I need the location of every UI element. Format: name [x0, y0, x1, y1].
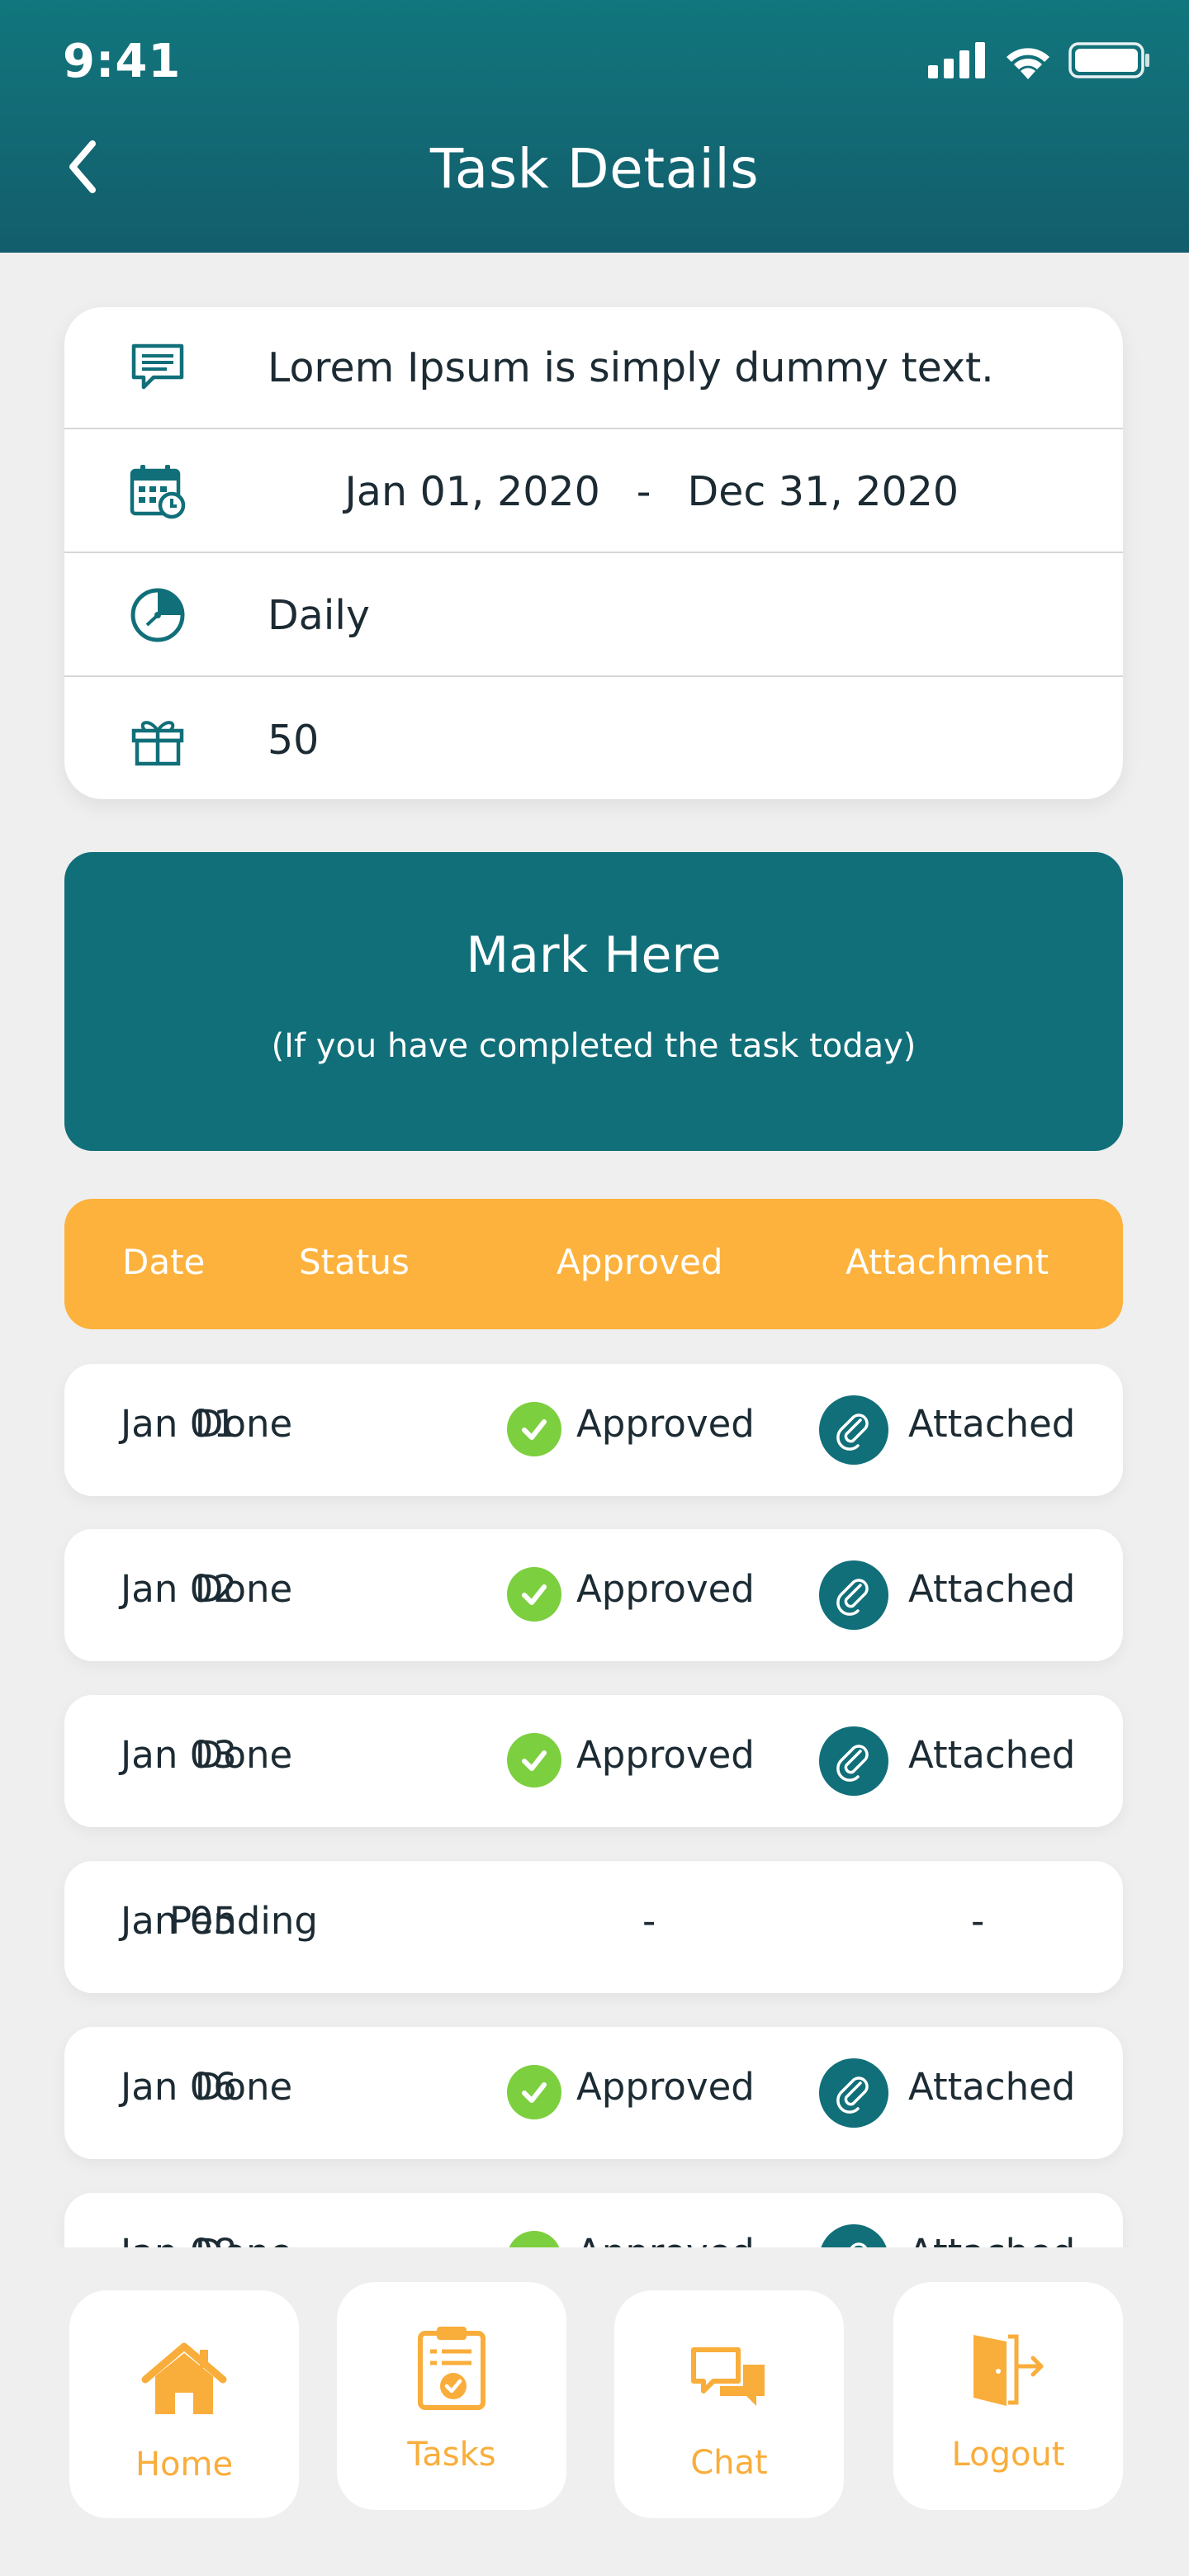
- row-status: Done: [194, 1567, 293, 1611]
- wifi-icon: [1007, 48, 1049, 79]
- task-description: Lorem Ipsum is simply dummy text.: [268, 343, 994, 391]
- column-approved: Approved: [557, 1242, 723, 1282]
- check-icon: [507, 1733, 561, 1788]
- task-reward: 50: [268, 716, 320, 764]
- status-time: 9:41: [63, 35, 182, 88]
- task-history-list[interactable]: Jan 01 Done Approved Attached Jan 02 Don…: [0, 1354, 1189, 2247]
- info-row-dates: Jan 01, 2020- Dec 31, 2020: [64, 431, 1123, 553]
- row-approved: -: [642, 1899, 656, 1943]
- nav-chat-label: Chat: [690, 2444, 768, 2482]
- row-attachment: -: [971, 1899, 985, 1943]
- table-header: Date Status Approved Attachment: [64, 1199, 1123, 1329]
- info-row-frequency: Daily: [64, 555, 1123, 677]
- table-row[interactable]: Jan 08 Done Approved Attached: [64, 2193, 1123, 2247]
- row-status: Done: [194, 1402, 293, 1446]
- clock-icon: [129, 586, 187, 644]
- row-status: Done: [194, 1733, 293, 1777]
- date-range: Jan 01, 2020- Dec 31, 2020: [268, 421, 959, 562]
- row-approved: Approved: [576, 1402, 755, 1446]
- paperclip-icon[interactable]: [819, 1395, 888, 1465]
- signal-icon: [928, 42, 985, 78]
- paperclip-icon[interactable]: [819, 2058, 888, 2128]
- logout-icon: [893, 2330, 1123, 2409]
- row-status: Pending: [169, 1899, 318, 1943]
- end-date: Dec 31, 2020: [687, 467, 959, 515]
- chat-icon: [614, 2345, 844, 2414]
- nav-tasks[interactable]: Tasks: [337, 2282, 566, 2510]
- column-date: Date: [122, 1242, 206, 1282]
- row-approved: Approved: [576, 1567, 755, 1611]
- app-header: 9:41 Task Details: [0, 0, 1189, 253]
- nav-home[interactable]: Home: [69, 2290, 299, 2518]
- nav-tasks-label: Tasks: [407, 2436, 496, 2474]
- date-separator: -: [636, 467, 651, 515]
- mark-title: Mark Here: [466, 926, 722, 984]
- table-row[interactable]: Jan 03 Done Approved Attached: [64, 1695, 1123, 1827]
- row-attachment[interactable]: Attached: [908, 1733, 1075, 1777]
- task-frequency: Daily: [268, 591, 370, 639]
- bottom-navigation: Home Tasks Chat Logout: [0, 2247, 1189, 2576]
- row-status: Done: [194, 2065, 293, 2109]
- start-date: Jan 01, 2020: [344, 467, 600, 515]
- nav-logout[interactable]: Logout: [893, 2282, 1123, 2510]
- table-row[interactable]: Jan 01 Done Approved Attached: [64, 1364, 1123, 1496]
- row-attachment[interactable]: Attached: [908, 1402, 1075, 1446]
- row-attachment[interactable]: Attached: [908, 2065, 1075, 2109]
- row-approved: Approved: [576, 2231, 755, 2247]
- nav-logout-label: Logout: [951, 2436, 1065, 2474]
- message-icon: [129, 339, 187, 396]
- column-attachment: Attachment: [846, 1242, 1049, 1282]
- row-attachment[interactable]: Attached: [908, 2231, 1075, 2247]
- paperclip-icon[interactable]: [819, 1726, 888, 1796]
- row-attachment[interactable]: Attached: [908, 1567, 1075, 1611]
- nav-home-label: Home: [135, 2446, 234, 2484]
- check-icon: [507, 1402, 561, 1456]
- nav-chat[interactable]: Chat: [614, 2290, 844, 2518]
- info-row-reward: 50: [64, 679, 1123, 799]
- row-status: Done: [64, 2231, 423, 2247]
- table-row[interactable]: Jan 06 Done Approved Attached: [64, 2027, 1123, 2159]
- check-icon: [507, 1567, 561, 1622]
- check-icon: [507, 2231, 561, 2247]
- row-approved: Approved: [576, 1733, 755, 1777]
- mark-here-button[interactable]: Mark Here (If you have completed the tas…: [64, 852, 1123, 1151]
- gift-icon: [129, 711, 187, 769]
- battery-icon: [1068, 42, 1149, 78]
- page-title: Task Details: [429, 137, 760, 201]
- task-info-card: Lorem Ipsum is simply dummy text. Jan 01…: [64, 307, 1123, 799]
- table-row[interactable]: Jan 05 Pending - -: [64, 1861, 1123, 1993]
- check-icon: [507, 2065, 561, 2119]
- info-row-description: Lorem Ipsum is simply dummy text.: [64, 307, 1123, 429]
- table-row[interactable]: Jan 02 Done Approved Attached: [64, 1529, 1123, 1661]
- home-icon: [69, 2342, 299, 2417]
- calendar-icon: [129, 462, 187, 520]
- clipboard-check-icon: [337, 2323, 566, 2411]
- row-approved: Approved: [576, 2065, 755, 2109]
- paperclip-icon[interactable]: [819, 2224, 888, 2247]
- mark-subtitle: (If you have completed the task today): [271, 1027, 917, 1065]
- column-status: Status: [299, 1242, 410, 1282]
- paperclip-icon[interactable]: [819, 1560, 888, 1630]
- status-icons: [928, 40, 1151, 81]
